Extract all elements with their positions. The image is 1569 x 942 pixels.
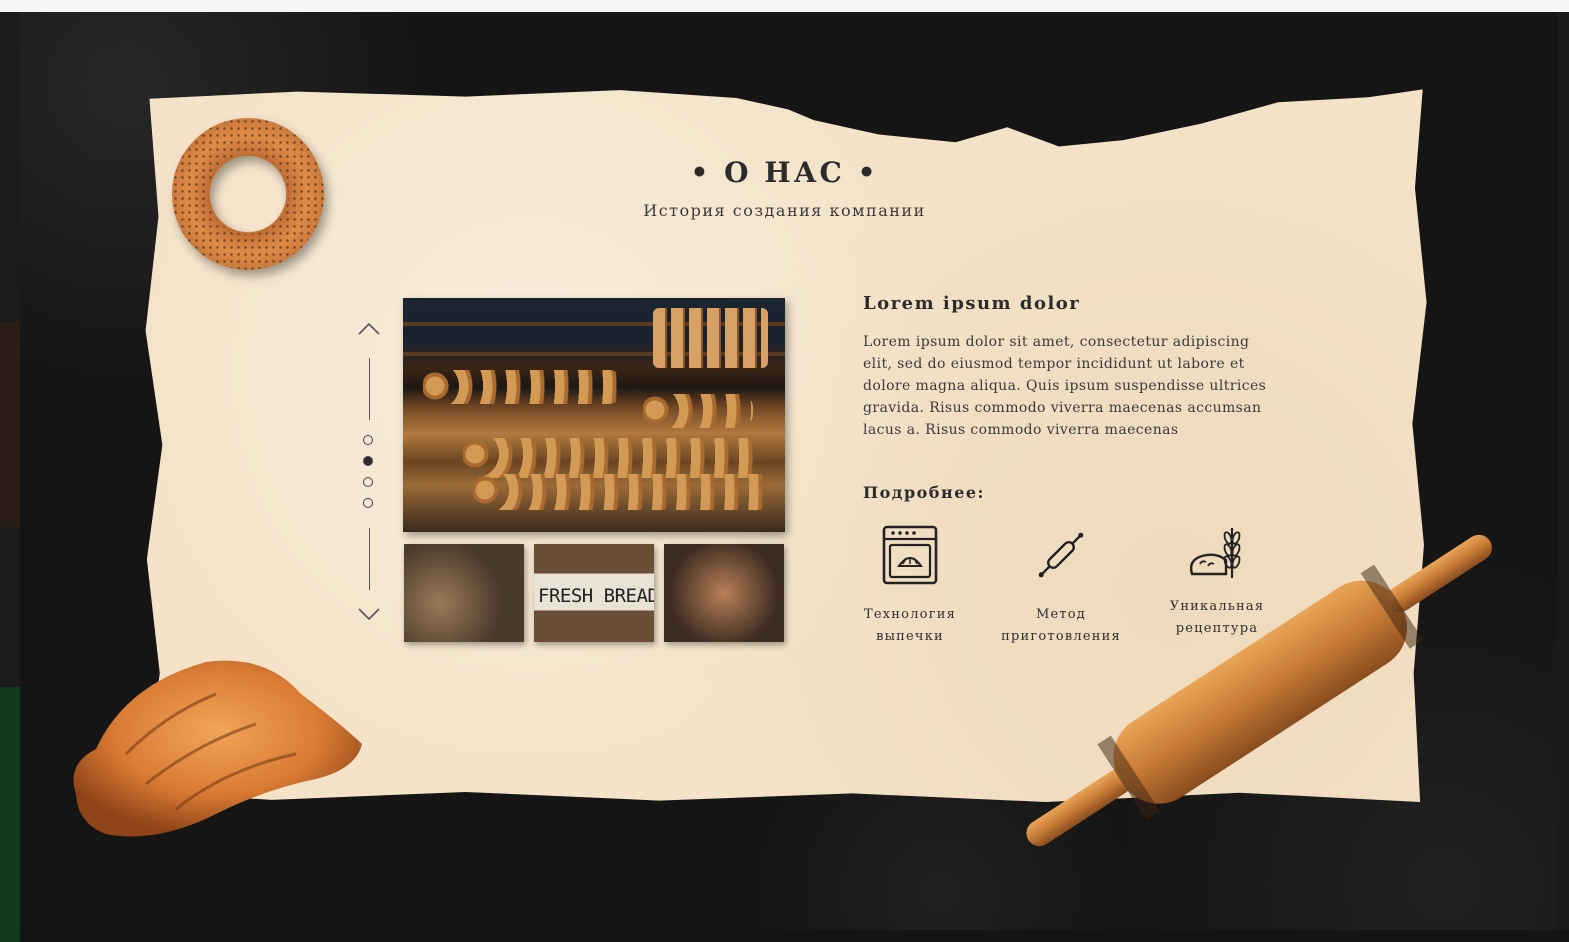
croissant-image — [73, 660, 362, 837]
gallery-thumb-1[interactable] — [404, 544, 524, 642]
slider-dot-2[interactable] — [363, 456, 373, 466]
bakery-main-photo — [403, 298, 785, 532]
slider-dot-3[interactable] — [363, 477, 373, 487]
content-heading: Lorem ipsum dolor — [863, 293, 1081, 314]
slider-dot-1[interactable] — [363, 435, 373, 445]
section-title: • О НАС • — [690, 156, 879, 189]
gallery-thumb-2[interactable]: FRESH BREAD — [534, 544, 654, 642]
slider-dot-4[interactable] — [363, 498, 373, 508]
section-subtitle: История создания компании — [643, 201, 926, 220]
chevron-down-icon[interactable] — [357, 606, 381, 622]
chevron-up-icon[interactable] — [357, 320, 381, 336]
more-label: Подробнее: — [863, 483, 985, 502]
slider-line-top — [369, 358, 370, 420]
gallery-thumb-3[interactable] — [664, 544, 784, 642]
content-body: Lorem ipsum dolor sit amet, consectetur … — [863, 334, 1267, 438]
fresh-bread-sign: FRESH BREAD — [538, 585, 654, 607]
bagel-image — [172, 118, 324, 270]
slider-line-bottom — [369, 528, 370, 590]
rolling-pin-image — [1026, 534, 1492, 847]
left-page-edge — [0, 12, 20, 942]
